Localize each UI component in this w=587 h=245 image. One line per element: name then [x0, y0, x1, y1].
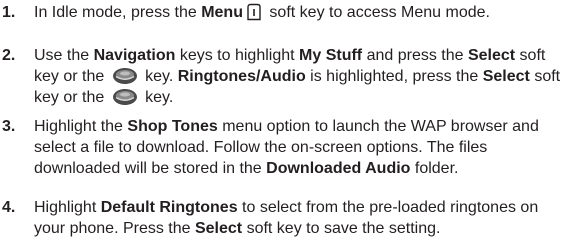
text-run: soft key to access Menu mode.: [264, 4, 490, 21]
step-text: Use the Navigation keys to highlight My …: [34, 45, 584, 108]
text-line: key or the key.: [34, 87, 584, 108]
text-line: your phone. Press the Select soft key to…: [34, 218, 584, 239]
text-run: folder.: [410, 160, 459, 177]
text-run: Highlight: [34, 199, 101, 216]
bold-term: Select: [482, 68, 530, 85]
bold-term: Downloaded Audio: [266, 160, 411, 177]
text-line: Highlight Default Ringtones to select fr…: [34, 197, 584, 218]
bold-term: Select: [467, 47, 516, 64]
bold-term: Default Ringtones: [100, 199, 238, 216]
bold-term: My Stuff: [299, 47, 363, 64]
text-run: key.: [140, 68, 178, 85]
text-line: downloaded will be stored in the Downloa…: [34, 158, 584, 179]
bold-term: Navigation: [93, 47, 176, 64]
text-run: soft key to save the setting.: [242, 220, 441, 237]
step-text: Highlight the Shop Tones menu option to …: [34, 116, 584, 179]
text-run: Highlight the: [34, 118, 128, 135]
text-run: key or the: [34, 68, 109, 85]
bold-term: Menu: [201, 4, 243, 21]
step-text: In Idle mode, press the Menu soft key to…: [34, 2, 584, 23]
text-run: soft: [515, 47, 546, 64]
text-run: downloaded will be stored in the: [34, 160, 267, 177]
text-run: to select from the pre-loaded ringtones …: [237, 199, 539, 216]
text-run: select a file to download. Follow the on…: [34, 139, 488, 156]
step-text: Highlight Default Ringtones to select fr…: [34, 197, 584, 239]
text-run: In Idle mode, press the: [34, 4, 202, 21]
text-run: Use the: [34, 47, 94, 64]
text-run: soft: [529, 68, 561, 85]
bold-term: Ringtones/Audio: [177, 68, 306, 85]
text-run: key or the: [34, 89, 109, 106]
step-number: 3.: [2, 118, 16, 135]
text-run: menu option to launch the WAP browser an…: [217, 118, 539, 135]
text-run: your phone. Press the: [34, 220, 195, 237]
text-line: In Idle mode, press the Menu soft key to…: [34, 2, 584, 23]
step-number: 2.: [2, 47, 16, 64]
text-run: and press the: [362, 47, 468, 64]
select-key-icon: [112, 67, 138, 85]
text-run: keys to highlight: [175, 47, 300, 64]
step-number: 1.: [2, 4, 16, 21]
text-line: Use the Navigation keys to highlight My …: [34, 45, 584, 66]
text-line: Highlight the Shop Tones menu option to …: [34, 116, 584, 137]
instruction-document: 1. In Idle mode, press the Menu soft key…: [0, 0, 587, 245]
bold-term: Select: [194, 220, 243, 237]
menu-softkey-icon: [246, 3, 262, 21]
step-number: 4.: [2, 199, 16, 216]
text-run: key.: [140, 89, 174, 106]
text-run: is highlighted, press the: [305, 68, 483, 85]
bold-term: Shop Tones: [127, 118, 218, 135]
text-line: select a file to download. Follow the on…: [34, 137, 584, 158]
select-key-icon: [112, 88, 138, 106]
text-line: key or the key. Ringtones/Audio is highl…: [34, 66, 584, 87]
